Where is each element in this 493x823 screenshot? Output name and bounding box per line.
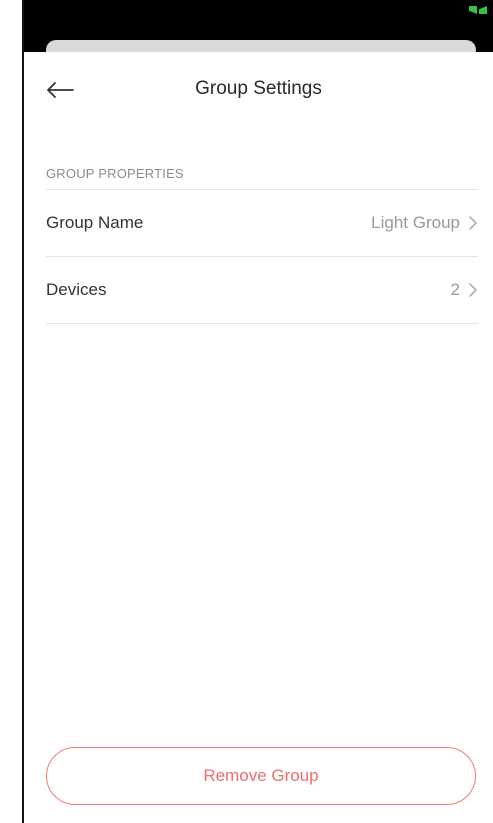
row-value: 2 — [450, 280, 460, 299]
remove-group-button[interactable]: Remove Group — [46, 747, 476, 805]
chevron-right-icon — [469, 283, 477, 297]
settings-sheet: Group Settings GROUP PROPERTIES Group Na… — [24, 52, 493, 823]
row-value-container: 2 — [451, 280, 478, 300]
screen: Group Settings GROUP PROPERTIES Group Na… — [0, 0, 493, 823]
row-value-container: Light Group — [371, 213, 478, 233]
group-name-row[interactable]: Group Name Light Group — [46, 190, 478, 257]
row-label: Group Name — [46, 213, 144, 232]
arrow-left-icon — [47, 82, 74, 98]
row-value: Light Group — [371, 213, 460, 232]
chevron-right-icon — [469, 216, 477, 230]
battery-charging-icon — [469, 6, 489, 16]
page-title: Group Settings — [195, 78, 322, 99]
back-button[interactable] — [44, 74, 76, 106]
header: Group Settings — [24, 52, 493, 126]
row-label: Devices — [46, 280, 107, 299]
devices-row[interactable]: Devices 2 — [46, 257, 478, 324]
section-title: GROUP PROPERTIES — [46, 166, 184, 181]
